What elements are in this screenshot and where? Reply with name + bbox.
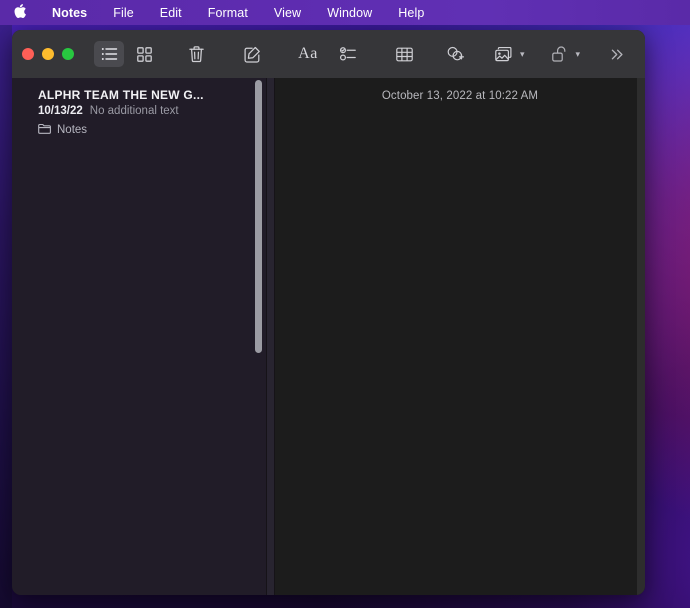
compose-note-icon[interactable]	[237, 41, 267, 67]
note-meta-row: 10/13/22 No additional text	[38, 105, 252, 117]
note-folder-row: Notes	[38, 121, 252, 139]
maximize-button[interactable]	[62, 48, 74, 60]
menu-item-format[interactable]: Format	[195, 6, 261, 20]
note-body-text[interactable]	[275, 102, 645, 134]
checklist-icon[interactable]	[333, 41, 363, 67]
note-folder-name: Notes	[57, 124, 88, 136]
desktop-wallpaper-left-edge	[0, 25, 12, 608]
notes-window: Aa ▾ ▾ ALPHR TEAM THE NEW G... 10/13/22 …	[12, 30, 645, 595]
minimize-button[interactable]	[42, 48, 54, 60]
search-icon[interactable]	[644, 41, 645, 67]
window-toolbar: Aa ▾ ▾	[12, 30, 645, 78]
format-text-icon[interactable]: Aa	[291, 41, 325, 67]
note-detail-pane[interactable]: October 13, 2022 at 10:22 AM	[275, 78, 645, 595]
add-link-icon[interactable]	[441, 41, 471, 67]
note-timestamp: October 13, 2022 at 10:22 AM	[381, 90, 539, 102]
media-icon[interactable]	[489, 41, 519, 67]
menu-item-notes[interactable]: Notes	[39, 6, 100, 20]
folder-icon	[38, 121, 51, 139]
list-item[interactable]: ALPHR TEAM THE NEW G... 10/13/22 No addi…	[12, 78, 266, 149]
note-date: 10/13/22	[38, 105, 83, 117]
trash-icon[interactable]	[181, 41, 211, 67]
apple-logo-icon[interactable]	[12, 4, 39, 21]
sidebar-scrollbar-thumb[interactable]	[255, 80, 262, 353]
close-button[interactable]	[22, 48, 34, 60]
notes-list-pane: ALPHR TEAM THE NEW G... 10/13/22 No addi…	[12, 78, 266, 595]
menu-item-window[interactable]: Window	[314, 6, 385, 20]
menu-item-file[interactable]: File	[100, 6, 147, 20]
chevron-down-icon[interactable]: ▾	[520, 49, 525, 60]
menu-item-help[interactable]: Help	[385, 6, 437, 20]
lock-icon[interactable]	[545, 41, 575, 67]
sidebar-scrollbar[interactable]	[253, 78, 264, 595]
screen: Notes File Edit Format View Window Help	[0, 0, 690, 608]
note-snippet: No additional text	[89, 105, 179, 117]
pane-divider[interactable]	[266, 78, 275, 595]
list-view-icon[interactable]	[94, 41, 124, 67]
menu-item-view[interactable]: View	[261, 6, 314, 20]
menu-bar: Notes File Edit Format View Window Help	[0, 0, 690, 25]
more-chevrons-icon[interactable]	[602, 41, 632, 67]
gallery-view-icon[interactable]	[129, 41, 159, 67]
table-icon[interactable]	[389, 41, 419, 67]
menu-item-edit[interactable]: Edit	[147, 6, 195, 20]
note-title: ALPHR TEAM THE NEW G...	[38, 88, 204, 102]
format-text-label: Aa	[298, 45, 318, 62]
chevron-down-icon[interactable]: ▾	[576, 49, 581, 60]
traffic-lights	[12, 48, 74, 60]
note-detail-right-edge	[637, 78, 645, 595]
